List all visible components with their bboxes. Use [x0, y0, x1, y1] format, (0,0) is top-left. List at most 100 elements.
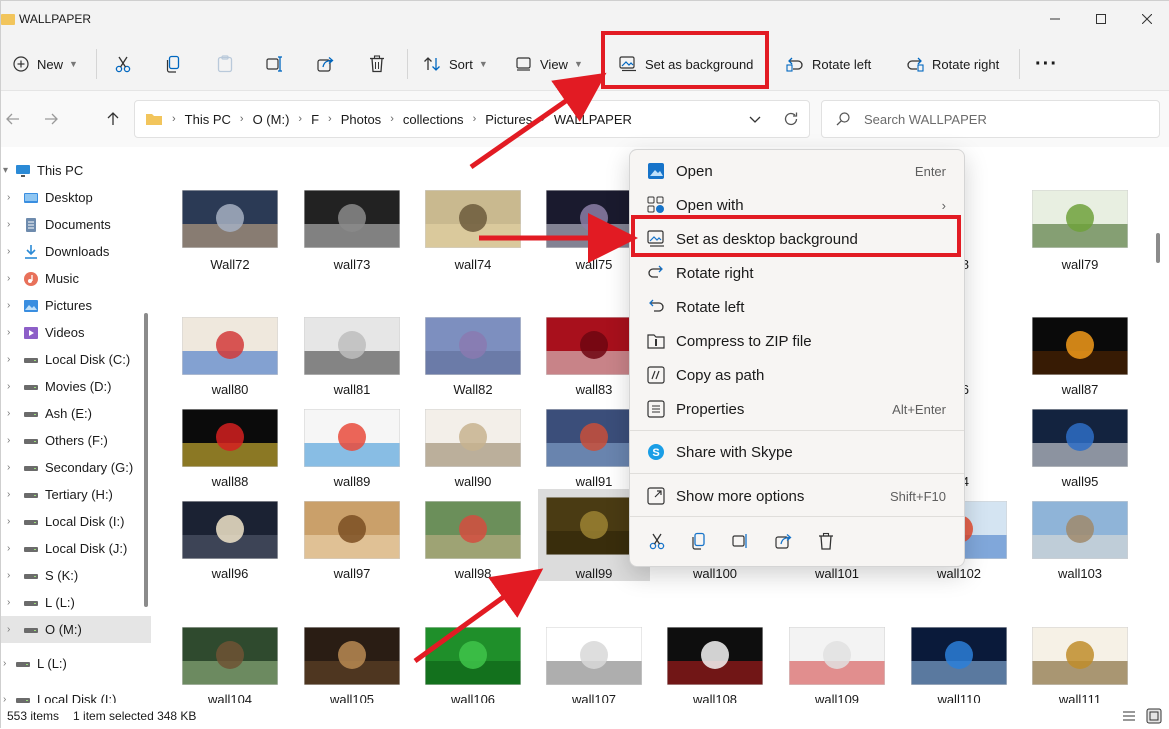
sidebar-item[interactable]: › Desktop [1, 184, 151, 211]
chevron-right-icon[interactable]: › [7, 300, 10, 311]
sidebar-item[interactable]: ▾ This PC [1, 157, 151, 184]
file-tile[interactable]: Wall72 [182, 190, 292, 310]
breadcrumb-item[interactable]: Photos [341, 112, 381, 127]
chevron-down-icon[interactable] [749, 113, 761, 125]
chevron-right-icon[interactable]: › [7, 219, 10, 230]
content-scrollbar[interactable] [1156, 233, 1160, 263]
up-button[interactable] [103, 109, 123, 129]
address-bar[interactable]: › This PC › O (M:) › F › Photos › collec… [134, 100, 810, 138]
view-button[interactable]: View ▼ [516, 48, 583, 80]
rotate-left-button[interactable]: Rotate left [786, 48, 871, 80]
sidebar-item[interactable]: › Local Disk (C:) [1, 346, 151, 373]
context-menu-item[interactable]: Open Enter [636, 155, 960, 187]
context-menu-item[interactable]: Compress to ZIP file [636, 325, 960, 357]
rotate-right-button[interactable]: Rotate right [906, 48, 999, 80]
sidebar-item[interactable]: › Videos [1, 319, 151, 346]
search-box[interactable]: Search WALLPAPER [821, 100, 1160, 138]
title-bar[interactable]: WALLPAPER [1, 1, 1169, 37]
chevron-right-icon[interactable]: › [7, 624, 10, 635]
chevron-right-icon[interactable]: › [7, 435, 10, 446]
breadcrumb-item[interactable]: O (M:) [253, 112, 290, 127]
file-tile[interactable]: wall110 [911, 627, 1021, 703]
chevron-right-icon[interactable]: › [7, 570, 10, 581]
sidebar-item[interactable]: › Secondary (G:) [1, 454, 151, 481]
cut-icon[interactable] [648, 532, 666, 550]
file-tile[interactable]: wall96 [182, 501, 292, 621]
breadcrumb-item[interactable]: collections [403, 112, 464, 127]
breadcrumb-item[interactable]: WALLPAPER [554, 112, 632, 127]
refresh-icon[interactable] [783, 111, 799, 127]
sidebar-item[interactable]: › Local Disk (J:) [1, 535, 151, 562]
rename-button[interactable] [266, 48, 284, 80]
chevron-right-icon[interactable]: › [7, 192, 10, 203]
context-menu-item[interactable]: Rotate left [636, 291, 960, 323]
paste-button[interactable] [217, 48, 233, 80]
forward-button[interactable] [41, 109, 61, 129]
cut-button[interactable] [114, 48, 132, 80]
sort-button[interactable]: Sort ▼ [423, 48, 488, 80]
sidebar-item[interactable]: › L (L:) [1, 650, 141, 677]
context-menu-item[interactable]: Properties Alt+Enter [636, 393, 960, 425]
breadcrumb-item[interactable]: F [311, 112, 319, 127]
sidebar-item[interactable]: › Local Disk (I:) [1, 686, 141, 703]
context-menu-item[interactable]: Copy as path [636, 359, 960, 391]
chevron-right-icon[interactable]: › [7, 408, 10, 419]
context-menu-item[interactable]: Set as desktop background [636, 223, 960, 255]
copy-button[interactable] [166, 48, 182, 80]
context-menu-item[interactable]: S Share with Skype [636, 436, 960, 468]
sidebar-item[interactable]: › Music [1, 265, 151, 292]
minimize-button[interactable] [1032, 1, 1078, 37]
chevron-right-icon[interactable]: › [7, 354, 10, 365]
set-as-background-button[interactable]: Set as background [619, 48, 753, 80]
chevron-right-icon[interactable]: › [7, 246, 10, 257]
new-button[interactable]: New ▼ [13, 48, 78, 80]
file-tile[interactable]: wall74 [425, 190, 535, 310]
sidebar-item[interactable]: › Others (F:) [1, 427, 151, 454]
context-menu-item[interactable]: Rotate right [636, 257, 960, 289]
maximize-button[interactable] [1078, 1, 1124, 37]
file-tile[interactable]: wall108 [667, 627, 777, 703]
chevron-right-icon[interactable]: › [7, 597, 10, 608]
file-tile[interactable]: wall105 [304, 627, 414, 703]
context-menu-item[interactable]: Open with › [636, 189, 960, 221]
file-tile[interactable]: wall73 [304, 190, 414, 310]
details-view-icon[interactable] [1122, 709, 1136, 723]
chevron-right-icon[interactable]: › [7, 462, 10, 473]
chevron-right-icon[interactable]: › [7, 489, 10, 500]
sidebar-scrollbar[interactable] [144, 313, 148, 607]
rename-icon[interactable] [732, 532, 750, 550]
sidebar-item[interactable]: › S (K:) [1, 562, 151, 589]
chevron-right-icon[interactable]: › [7, 543, 10, 554]
sidebar-item[interactable]: › Downloads [1, 238, 151, 265]
delete-icon[interactable] [817, 532, 835, 550]
large-icons-view-icon[interactable] [1146, 708, 1162, 724]
chevron-down-icon[interactable]: ▾ [3, 165, 8, 176]
file-tile[interactable]: wall111 [1032, 627, 1142, 703]
sidebar-item[interactable]: › Tertiary (H:) [1, 481, 151, 508]
sidebar-item[interactable]: › Ash (E:) [1, 400, 151, 427]
back-button[interactable] [3, 109, 23, 129]
sidebar-item[interactable]: › O (M:) [1, 616, 151, 643]
share-button[interactable] [317, 48, 335, 80]
file-tile[interactable]: wall104 [182, 627, 292, 703]
chevron-right-icon[interactable]: › [7, 273, 10, 284]
file-tile[interactable]: wall103 [1032, 501, 1142, 621]
more-options-button[interactable]: ··· [1035, 48, 1058, 80]
file-tile[interactable]: wall107 [546, 627, 656, 703]
sidebar-item[interactable]: › Movies (D:) [1, 373, 151, 400]
file-tile[interactable]: wall109 [789, 627, 899, 703]
delete-button[interactable] [369, 48, 385, 80]
breadcrumb-item[interactable]: Pictures [485, 112, 532, 127]
file-tile[interactable]: wall106 [425, 627, 535, 703]
chevron-right-icon[interactable]: › [7, 381, 10, 392]
sidebar-item[interactable]: › Pictures [1, 292, 151, 319]
chevron-right-icon[interactable]: › [3, 694, 6, 703]
file-tile[interactable]: wall79 [1032, 190, 1142, 310]
chevron-right-icon[interactable]: › [7, 327, 10, 338]
sidebar-item[interactable]: › Documents [1, 211, 151, 238]
context-menu-item[interactable]: Show more options Shift+F10 [636, 480, 960, 512]
close-button[interactable] [1124, 1, 1169, 37]
chevron-right-icon[interactable]: › [3, 658, 6, 669]
chevron-right-icon[interactable]: › [7, 516, 10, 527]
share-icon[interactable] [775, 532, 793, 550]
